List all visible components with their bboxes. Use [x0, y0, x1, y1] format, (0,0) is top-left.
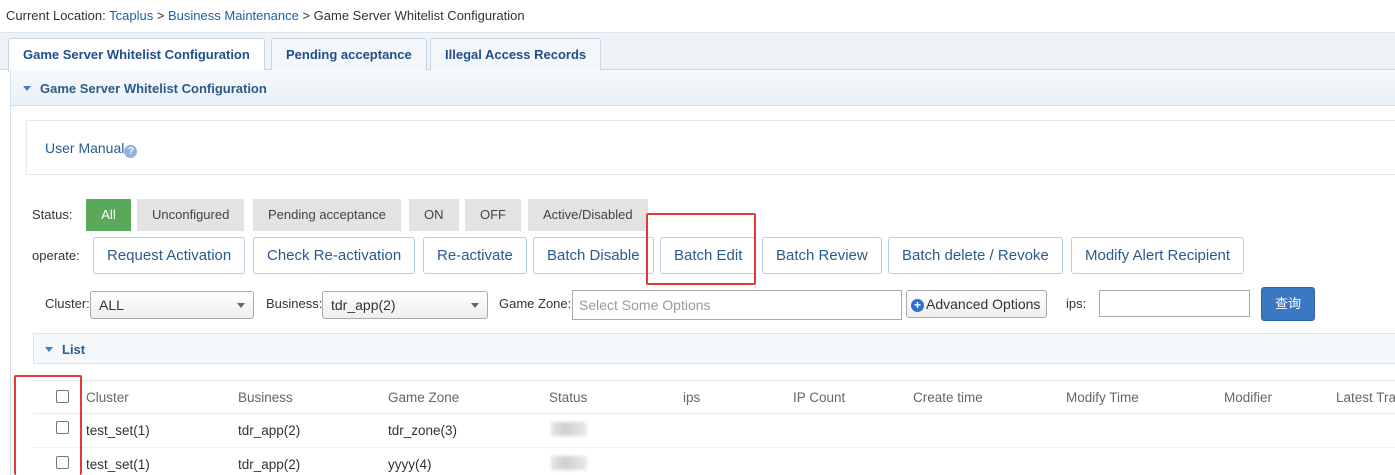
cell-game-zone: yyyy(4) [388, 457, 432, 472]
status-filter-unconfigured[interactable]: Unconfigured [137, 199, 245, 231]
operate-label: operate: [32, 248, 80, 263]
game-zone-label: Game Zone: [499, 296, 572, 311]
business-select-value: tdr_app(2) [331, 297, 396, 313]
table-row[interactable]: test_set(1) tdr_app(2) yyyy(4) [33, 448, 1395, 475]
breadcrumb-prefix: Current Location: [6, 8, 110, 23]
list-title: List [62, 342, 86, 357]
user-manual-box: User Manual? [26, 120, 1395, 175]
user-manual-label: User Manual [45, 140, 125, 156]
panel-header[interactable]: Game Server Whitelist Configuration [11, 70, 1395, 106]
table-header: Cluster Business Game Zone Status ips IP… [33, 380, 1395, 414]
column-header-ips[interactable]: ips [683, 390, 700, 405]
cell-status-redacted [551, 422, 587, 436]
batch-edit-button[interactable]: Batch Edit [660, 237, 757, 274]
list-panel-header[interactable]: List [33, 333, 1395, 364]
cell-business: tdr_app(2) [238, 423, 301, 438]
column-header-modifier[interactable]: Modifier [1224, 390, 1272, 405]
user-manual-link[interactable]: User Manual? [45, 140, 138, 158]
status-filter-pending-acceptance[interactable]: Pending acceptance [253, 199, 401, 231]
breadcrumb-separator: > [298, 8, 314, 23]
select-all-checkbox[interactable] [56, 390, 69, 403]
batch-delete-revoke-button[interactable]: Batch delete / Revoke [888, 237, 1063, 274]
table-row[interactable]: test_set(1) tdr_app(2) tdr_zone(3) [33, 414, 1395, 448]
status-filter-all[interactable]: All [86, 199, 131, 231]
ips-input[interactable] [1099, 290, 1250, 317]
column-header-business[interactable]: Business [238, 390, 293, 405]
column-header-cluster[interactable]: Cluster [86, 390, 129, 405]
cell-business: tdr_app(2) [238, 457, 301, 472]
status-filter-active-disabled[interactable]: Active/Disabled [528, 199, 648, 231]
breadcrumb-current: Game Server Whitelist Configuration [313, 8, 525, 23]
row-checkbox[interactable] [56, 456, 69, 469]
tab-bar: Game Server Whitelist Configuration Pend… [0, 32, 1395, 72]
batch-review-button[interactable]: Batch Review [762, 237, 882, 274]
advanced-options-button[interactable]: + Advanced Options [906, 290, 1048, 318]
cluster-select[interactable]: ALL [90, 291, 254, 319]
reactivate-button[interactable]: Re-activate [423, 237, 527, 274]
breadcrumb-separator: > [153, 8, 169, 23]
breadcrumb-link-tcaplus[interactable]: Tcaplus [109, 8, 153, 23]
column-header-game-zone[interactable]: Game Zone [388, 390, 459, 405]
help-icon[interactable]: ? [124, 145, 138, 158]
column-header-latest-tra[interactable]: Latest Tra [1336, 390, 1395, 405]
status-filter-off[interactable]: OFF [465, 199, 521, 231]
batch-disable-button[interactable]: Batch Disable [533, 237, 654, 274]
column-header-create-time[interactable]: Create time [913, 390, 983, 405]
modify-alert-recipient-button[interactable]: Modify Alert Recipient [1071, 237, 1245, 274]
ips-label: ips: [1066, 296, 1087, 311]
caret-down-icon [23, 86, 31, 91]
cluster-select-value: ALL [99, 297, 124, 313]
panel-title: Game Server Whitelist Configuration [40, 81, 267, 96]
request-activation-button[interactable]: Request Activation [93, 237, 246, 274]
business-label: Business: [266, 296, 323, 311]
tab-whitelist-configuration[interactable]: Game Server Whitelist Configuration [8, 38, 265, 72]
game-zone-multiselect[interactable]: Select Some Options [572, 290, 902, 320]
query-button[interactable]: 查询 [1261, 287, 1315, 321]
breadcrumb: Current Location: Tcaplus > Business Mai… [6, 8, 525, 23]
row-checkbox[interactable] [56, 421, 69, 434]
column-header-status[interactable]: Status [549, 390, 587, 405]
breadcrumb-link-business-maintenance[interactable]: Business Maintenance [168, 8, 299, 23]
advanced-options-label: Advanced Options [926, 296, 1041, 312]
chevron-down-icon [471, 303, 479, 308]
status-filter-on[interactable]: ON [409, 199, 459, 231]
column-header-ip-count[interactable]: IP Count [793, 390, 845, 405]
cell-game-zone: tdr_zone(3) [388, 423, 458, 438]
business-select[interactable]: tdr_app(2) [322, 291, 488, 319]
tab-pending-acceptance[interactable]: Pending acceptance [271, 38, 427, 71]
tab-illegal-access-records[interactable]: Illegal Access Records [430, 38, 602, 71]
check-reactivation-button[interactable]: Check Re-activation [253, 237, 416, 274]
caret-down-icon [45, 347, 53, 352]
status-label: Status: [32, 207, 73, 222]
cell-cluster: test_set(1) [86, 457, 150, 472]
chevron-down-icon [237, 303, 245, 308]
cluster-label: Cluster: [45, 296, 90, 311]
plus-circle-icon: + [911, 299, 924, 312]
column-header-modify-time[interactable]: Modify Time [1066, 390, 1139, 405]
cell-cluster: test_set(1) [86, 423, 150, 438]
cell-status-redacted [551, 456, 587, 470]
